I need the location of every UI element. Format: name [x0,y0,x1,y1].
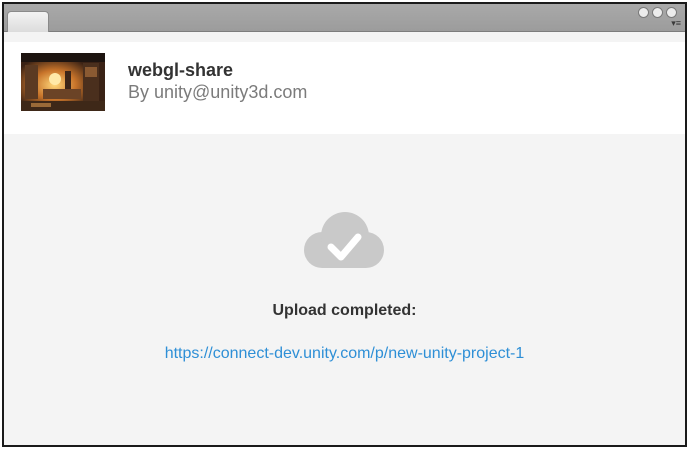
window-control-dot[interactable] [638,7,649,18]
window-controls: ▾≡ [636,5,682,29]
project-title: webgl-share [128,60,234,80]
window-control-dot[interactable] [666,7,677,18]
project-thumbnail [21,53,105,111]
project-link[interactable]: https://connect-dev.unity.com/p/new-unit… [4,345,685,363]
menu-icon[interactable]: ▾≡ [671,19,681,28]
upload-status: Upload completed: [272,302,417,319]
cloud-check-icon [300,210,386,270]
window-tab[interactable] [7,11,49,32]
window-control-dot[interactable] [652,7,663,18]
project-header: webgl-share By unity@unity3d.com [4,42,685,134]
upload-window: ▾≡ webgl-share By unity@unity3d.com Uplo… [2,2,687,447]
window-titlebar: ▾≡ [4,4,685,32]
project-author: By unity@unity3d.com [128,82,308,102]
